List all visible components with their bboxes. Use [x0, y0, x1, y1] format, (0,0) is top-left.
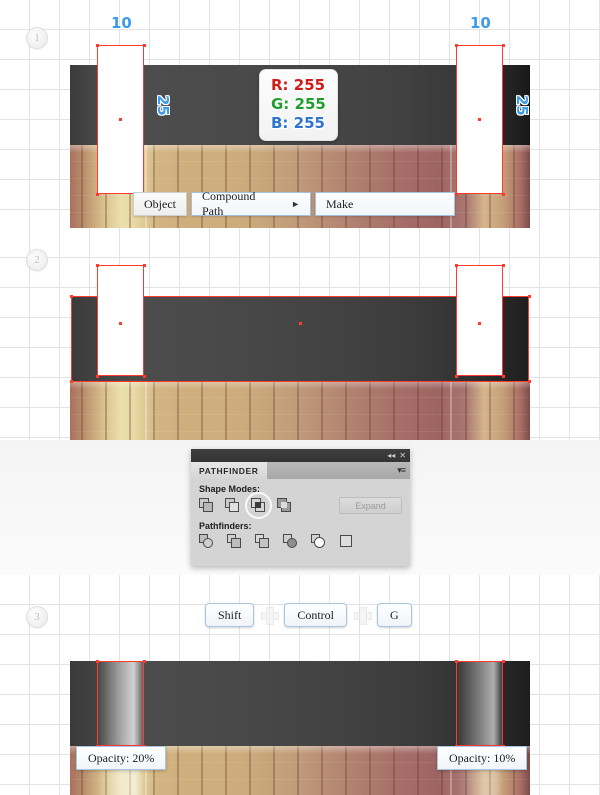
unite-icon[interactable]: [199, 498, 214, 513]
anchor-point[interactable]: [455, 44, 458, 47]
rgb-blue-value: B: 255: [271, 114, 325, 132]
anchor-point[interactable]: [143, 44, 146, 47]
keyboard-shortcut-row: Shift Control G: [205, 603, 412, 627]
shape-modes-label: Shape Modes:: [199, 484, 261, 494]
rgb-red-value: R: 255: [271, 76, 326, 94]
plank-divider: [450, 381, 452, 440]
menu-path-breadcrumb: Object Compound Path ► Make: [133, 189, 455, 218]
menu-item-compound-path[interactable]: Compound Path ►: [191, 189, 311, 218]
menu-item-object-label: Object: [144, 196, 176, 211]
opacity-label-left: Opacity: 20%: [76, 746, 167, 770]
measure-label-left-width: 10: [111, 14, 132, 32]
close-icon[interactable]: ✕: [399, 451, 406, 460]
anchor-point[interactable]: [455, 264, 458, 267]
tab-pathfinder-label: PATHFINDER: [199, 465, 259, 476]
anchor-point[interactable]: [96, 44, 99, 47]
anchor-point[interactable]: [455, 193, 458, 196]
pathfinders-row: [199, 534, 402, 549]
pathfinder-body: Shape Modes: Expand Pathfinders:: [191, 479, 410, 555]
key-shift[interactable]: Shift: [205, 603, 255, 627]
pathfinder-tabbar: PATHFINDER ▾≡: [191, 462, 410, 479]
step2-wood-texture: [70, 381, 530, 440]
menu-item-compound-path-label: Compound Path: [202, 189, 256, 218]
plus-icon: [354, 607, 373, 625]
anchor-point[interactable]: [502, 44, 505, 47]
plank-divider: [145, 381, 147, 440]
key-control-label: Control: [297, 607, 335, 622]
anchor-point[interactable]: [96, 264, 99, 267]
pathfinder-titlebar: ◂◂ ✕: [191, 449, 410, 462]
center-point: [119, 118, 122, 121]
anchor-point[interactable]: [143, 660, 146, 663]
key-control[interactable]: Control: [284, 603, 348, 627]
anchor-point[interactable]: [528, 295, 531, 298]
shape-modes-row: Expand: [199, 492, 402, 519]
anchor-point[interactable]: [96, 375, 99, 378]
anchor-point[interactable]: [143, 375, 146, 378]
trim-icon[interactable]: [227, 534, 242, 549]
opacity-label-right-text: Opacity: 10%: [449, 750, 516, 765]
key-g-label: G: [390, 607, 399, 622]
opacity-label-left-text: Opacity: 20%: [88, 750, 155, 765]
step2-right-hole[interactable]: [456, 265, 503, 376]
menu-item-object[interactable]: Object: [133, 192, 187, 216]
plus-icon: [261, 607, 280, 625]
measure-label-right-width: 10: [470, 14, 491, 32]
step-badge-1: 1: [26, 27, 48, 49]
step-badge-3: 3: [26, 606, 48, 628]
step2-left-hole[interactable]: [97, 265, 144, 376]
expand-button[interactable]: Expand: [339, 497, 402, 514]
anchor-point[interactable]: [70, 295, 73, 298]
anchor-point[interactable]: [143, 264, 146, 267]
menu-item-make[interactable]: Make: [315, 192, 455, 216]
anchor-point[interactable]: [455, 660, 458, 663]
measure-label-right-height: 25: [513, 95, 531, 116]
panel-menu-icon[interactable]: ▾≡: [397, 465, 406, 476]
collapse-icon[interactable]: ◂◂: [387, 451, 395, 460]
divide-icon[interactable]: [199, 534, 214, 549]
step3-right-selection[interactable]: [456, 661, 503, 746]
color-value-tooltip: R: 255 G: 255 B: 255: [259, 69, 338, 141]
minus-back-icon[interactable]: [339, 534, 354, 549]
center-point: [478, 118, 481, 121]
anchor-point[interactable]: [502, 375, 505, 378]
pathfinders-label: Pathfinders:: [199, 521, 252, 531]
submenu-arrow-icon: ►: [291, 199, 300, 209]
anchor-point[interactable]: [502, 660, 505, 663]
step3-left-selection[interactable]: [97, 661, 144, 746]
crop-icon[interactable]: [283, 534, 298, 549]
anchor-point[interactable]: [96, 193, 99, 196]
intersect-icon[interactable]: [245, 492, 272, 519]
pathfinder-panel[interactable]: ◂◂ ✕ PATHFINDER ▾≡ Shape Modes: Expand P…: [191, 449, 410, 566]
center-point: [299, 322, 302, 325]
anchor-point[interactable]: [502, 193, 505, 196]
anchor-point[interactable]: [70, 380, 73, 383]
step-badge-2: 2: [26, 249, 48, 271]
illustration-canvas: 1 10 10 25 25 R: 255 G: 255 B: 255 Objec…: [0, 0, 600, 795]
opacity-label-right: Opacity: 10%: [437, 746, 528, 770]
measure-label-left-height: 25: [154, 95, 172, 116]
wood-highlight: [70, 381, 530, 389]
anchor-point[interactable]: [96, 660, 99, 663]
minus-front-icon[interactable]: [225, 498, 240, 513]
anchor-point[interactable]: [455, 375, 458, 378]
expand-button-label: Expand: [355, 500, 386, 511]
tab-pathfinder[interactable]: PATHFINDER: [191, 462, 267, 479]
center-point: [119, 322, 122, 325]
anchor-point[interactable]: [502, 264, 505, 267]
exclude-icon[interactable]: [277, 498, 292, 513]
tabbar-filler: ▾≡: [267, 462, 410, 479]
rgb-green-value: G: 255: [271, 95, 326, 113]
outline-icon[interactable]: [311, 534, 326, 549]
merge-icon[interactable]: [255, 534, 270, 549]
anchor-point[interactable]: [528, 380, 531, 383]
menu-item-make-label: Make: [326, 196, 354, 211]
key-g[interactable]: G: [377, 603, 412, 627]
center-point: [478, 322, 481, 325]
key-shift-label: Shift: [218, 607, 242, 622]
